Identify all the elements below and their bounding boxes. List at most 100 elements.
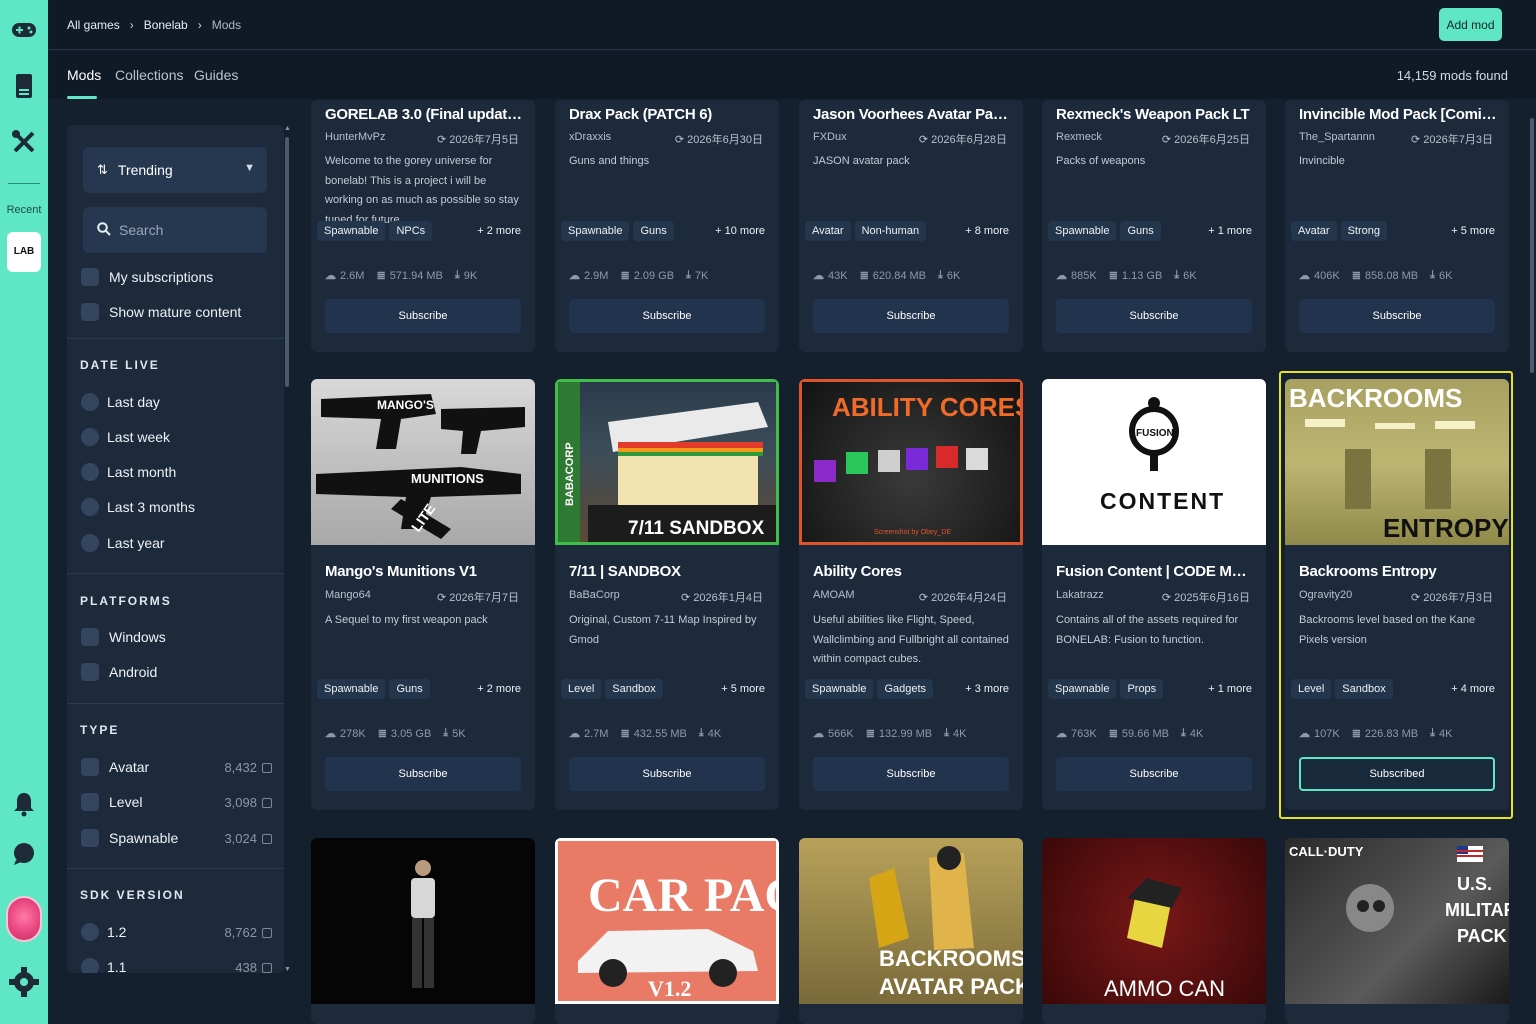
- breadcrumb-all-games[interactable]: All games: [67, 18, 120, 32]
- more-tags[interactable]: + 10 more: [715, 225, 765, 237]
- mod-card[interactable]: Jason Voorhees Avatar Pack... FXDux ⟳ 20…: [799, 100, 1023, 352]
- book-icon[interactable]: [6, 68, 42, 104]
- platform-windows-checkbox[interactable]: Windows: [81, 628, 166, 646]
- exclude-icon[interactable]: [262, 927, 272, 938]
- exclude-icon[interactable]: [262, 962, 272, 973]
- sort-dropdown[interactable]: ⇅ Trending ▼: [83, 147, 267, 193]
- exclude-icon[interactable]: [262, 833, 272, 844]
- tab-mods[interactable]: Mods: [67, 67, 101, 83]
- mod-thumbnail[interactable]: FUSION CONTENT: [1042, 379, 1266, 545]
- bell-icon[interactable]: [6, 786, 42, 822]
- mod-author[interactable]: Lakatrazz: [1056, 589, 1104, 601]
- mod-card[interactable]: Invincible Mod Pack [Comic/... The_Spart…: [1285, 100, 1509, 352]
- tag[interactable]: Spawnable: [561, 221, 630, 241]
- mod-title[interactable]: Rexmeck's Weapon Pack LT: [1056, 106, 1254, 123]
- mod-author[interactable]: The_Spartannn: [1299, 131, 1375, 143]
- mod-author[interactable]: Rexmeck: [1056, 131, 1102, 143]
- tag[interactable]: Strong: [1340, 221, 1388, 241]
- more-tags[interactable]: + 1 more: [1208, 683, 1252, 695]
- mod-card[interactable]: Drax Pack (PATCH 6) xDraxxis ⟳ 2026年6月30…: [555, 100, 779, 352]
- tag[interactable]: Spawnable: [317, 221, 386, 241]
- mod-author[interactable]: BaBaCorp: [569, 589, 620, 601]
- tag[interactable]: Avatar: [805, 221, 851, 241]
- sdk-1-1-radio[interactable]: 1.1: [81, 958, 126, 973]
- chat-icon[interactable]: [6, 836, 42, 872]
- mod-thumbnail[interactable]: AMMO CAN: [1042, 838, 1266, 1004]
- mod-card[interactable]: CALL·DUTY U.S. MILITARY PACK: [1285, 838, 1509, 1024]
- mod-author[interactable]: FXDux: [813, 131, 847, 143]
- tag[interactable]: Non-human: [854, 221, 927, 241]
- mod-title[interactable]: Jason Voorhees Avatar Pack...: [813, 106, 1011, 123]
- bonelab-game-icon[interactable]: LAB: [7, 232, 41, 272]
- tag[interactable]: Guns: [389, 679, 430, 699]
- mod-title[interactable]: Invincible Mod Pack [Comic/...: [1299, 106, 1497, 123]
- mod-author[interactable]: AMOAM: [813, 589, 855, 601]
- tag[interactable]: Avatar: [1291, 221, 1337, 241]
- mod-title[interactable]: Fusion Content | CODE MOD ...: [1056, 563, 1254, 580]
- type-level-checkbox[interactable]: Level: [81, 793, 142, 811]
- mod-card[interactable]: CAR PACK V1.2: [555, 838, 779, 1024]
- gamepad-icon[interactable]: [6, 12, 42, 48]
- tab-guides[interactable]: Guides: [194, 67, 238, 83]
- tag[interactable]: Spawnable: [317, 679, 386, 699]
- mod-author[interactable]: Mango64: [325, 589, 371, 601]
- tools-icon[interactable]: [6, 124, 42, 160]
- subscribe-button[interactable]: Subscribe: [813, 299, 1009, 333]
- subscribe-button[interactable]: Subscribe: [569, 299, 765, 333]
- subscribe-button[interactable]: Subscribe: [325, 757, 521, 791]
- settings-gear-icon[interactable]: [6, 964, 42, 1000]
- filter-scrollbar[interactable]: ▲ ▼: [284, 125, 291, 973]
- more-tags[interactable]: + 8 more: [965, 225, 1009, 237]
- mod-author[interactable]: HunterMvPz: [325, 131, 386, 143]
- mod-card[interactable]: [311, 838, 535, 1024]
- show-mature-checkbox[interactable]: Show mature content: [81, 303, 241, 321]
- mod-thumbnail[interactable]: ABILITY CORES Screenshot by Obey_DE: [799, 379, 1023, 545]
- mod-thumbnail[interactable]: BABACORP 7/11 SANDBOX: [555, 379, 779, 545]
- mod-title[interactable]: Ability Cores: [813, 563, 1011, 580]
- tag[interactable]: Gadgets: [877, 679, 934, 699]
- exclude-icon[interactable]: [262, 762, 272, 773]
- date-option-last-day[interactable]: Last day: [81, 393, 160, 411]
- mod-author[interactable]: xDraxxis: [569, 131, 611, 143]
- more-tags[interactable]: + 2 more: [477, 225, 521, 237]
- page-scroll-thumb[interactable]: [1530, 118, 1534, 373]
- tag[interactable]: Level: [561, 679, 602, 699]
- tag[interactable]: NPCs: [389, 221, 433, 241]
- subscribe-button[interactable]: Subscribe: [1056, 757, 1252, 791]
- tag[interactable]: Props: [1120, 679, 1164, 699]
- user-avatar[interactable]: [6, 896, 42, 942]
- tag[interactable]: Spawnable: [1048, 679, 1117, 699]
- subscribe-button[interactable]: Subscribe: [1299, 299, 1495, 333]
- mod-card[interactable]: BACKROOMS AVATAR PACK: [799, 838, 1023, 1024]
- tag[interactable]: Guns: [633, 221, 674, 241]
- mod-title[interactable]: 7/11 | SANDBOX: [569, 563, 767, 580]
- scroll-up-icon[interactable]: ▲: [284, 125, 291, 132]
- mod-thumbnail[interactable]: CALL·DUTY U.S. MILITARY PACK: [1285, 838, 1509, 1004]
- date-option-last-month[interactable]: Last month: [81, 463, 176, 481]
- exclude-icon[interactable]: [262, 797, 272, 808]
- date-option-last-year[interactable]: Last year: [81, 534, 165, 552]
- mod-card[interactable]: FUSION CONTENT Fusion Content | CODE MOD…: [1042, 379, 1266, 810]
- subscribe-button[interactable]: Subscribe: [813, 757, 1009, 791]
- mod-title[interactable]: Mango's Munitions V1: [325, 563, 523, 580]
- subscribe-button[interactable]: Subscribe: [1056, 299, 1252, 333]
- mod-thumbnail[interactable]: BACKROOMS AVATAR PACK: [799, 838, 1023, 1004]
- more-tags[interactable]: + 1 more: [1208, 225, 1252, 237]
- mod-card[interactable]: AMMO CAN: [1042, 838, 1266, 1024]
- scroll-down-icon[interactable]: ▼: [284, 966, 291, 973]
- page-scrollbar[interactable]: [1528, 100, 1536, 1024]
- filter-scroll-thumb[interactable]: [285, 137, 289, 387]
- tag[interactable]: Spawnable: [1048, 221, 1117, 241]
- mod-thumbnail[interactable]: [311, 838, 535, 1004]
- add-mod-button[interactable]: Add mod: [1439, 8, 1502, 41]
- tag[interactable]: Spawnable: [805, 679, 874, 699]
- breadcrumb-bonelab[interactable]: Bonelab: [144, 18, 188, 32]
- date-option-last-3-months[interactable]: Last 3 months: [81, 498, 195, 516]
- subscribe-button[interactable]: Subscribe: [325, 299, 521, 333]
- mod-card[interactable]: Rexmeck's Weapon Pack LT Rexmeck ⟳ 2026年…: [1042, 100, 1266, 352]
- my-subscriptions-checkbox[interactable]: My subscriptions: [81, 268, 213, 286]
- mod-card[interactable]: GORELAB 3.0 (Final update b... HunterMvP…: [311, 100, 535, 352]
- more-tags[interactable]: + 3 more: [965, 683, 1009, 695]
- type-avatar-checkbox[interactable]: Avatar: [81, 758, 149, 776]
- more-tags[interactable]: + 2 more: [477, 683, 521, 695]
